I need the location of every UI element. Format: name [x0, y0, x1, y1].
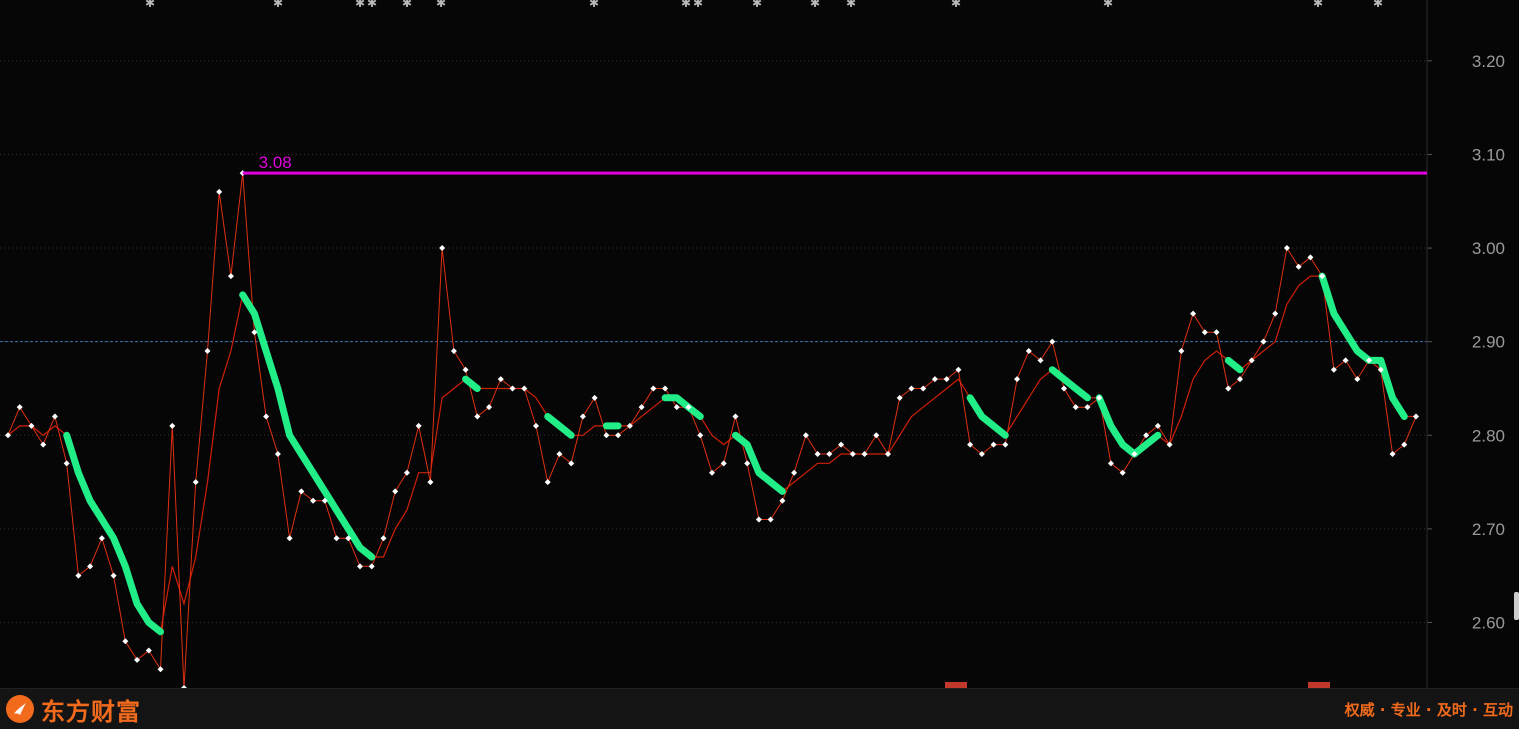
brand-flame-icon — [6, 695, 34, 723]
y-tick-label: 2.90 — [1472, 333, 1505, 352]
event-marker: ✱ — [693, 0, 703, 10]
y-tick-label: 2.80 — [1472, 426, 1505, 445]
event-marker: ✱ — [589, 0, 599, 10]
event-marker: ✱ — [273, 0, 283, 10]
highlight-label: 3.08 — [259, 153, 292, 172]
scroll-handle[interactable] — [1514, 592, 1519, 620]
y-tick-label: 3.20 — [1472, 52, 1505, 71]
footer-bar: 东方财富 权威 · 专业 · 及时 · 互动 — [0, 688, 1519, 729]
brand-logo: 东方财富 — [6, 694, 141, 726]
event-marker: ✱ — [681, 0, 691, 10]
event-marker: ✱ — [1373, 0, 1383, 10]
event-marker: ✱ — [752, 0, 762, 10]
event-marker: ✱ — [145, 0, 155, 10]
brand-name: 东方财富 — [41, 697, 141, 726]
event-marker: ✱ — [1313, 0, 1323, 10]
y-tick-label: 3.10 — [1472, 145, 1505, 164]
event-marker: ✱ — [846, 0, 856, 10]
brand-slogan: 权威 · 专业 · 及时 · 互动 — [1344, 701, 1513, 719]
event-marker: ✱ — [810, 0, 820, 10]
event-marker: ✱ — [951, 0, 961, 10]
price-chart: 3.203.103.002.902.802.702.60 ✱ ✱ ✱ ✱ ✱ ✱ ✱ ✱ ✱ ✱ ✱… — [0, 0, 1519, 688]
event-marker: ✱ — [367, 0, 377, 10]
event-marker: ✱ — [355, 0, 365, 10]
event-marker: ✱ — [1103, 0, 1113, 10]
event-marker: ✱ — [436, 0, 446, 10]
y-tick-label: 2.70 — [1472, 520, 1505, 539]
y-tick-label: 2.60 — [1472, 613, 1505, 632]
y-tick-label: 3.00 — [1472, 239, 1505, 258]
event-marker: ✱ — [402, 0, 412, 10]
